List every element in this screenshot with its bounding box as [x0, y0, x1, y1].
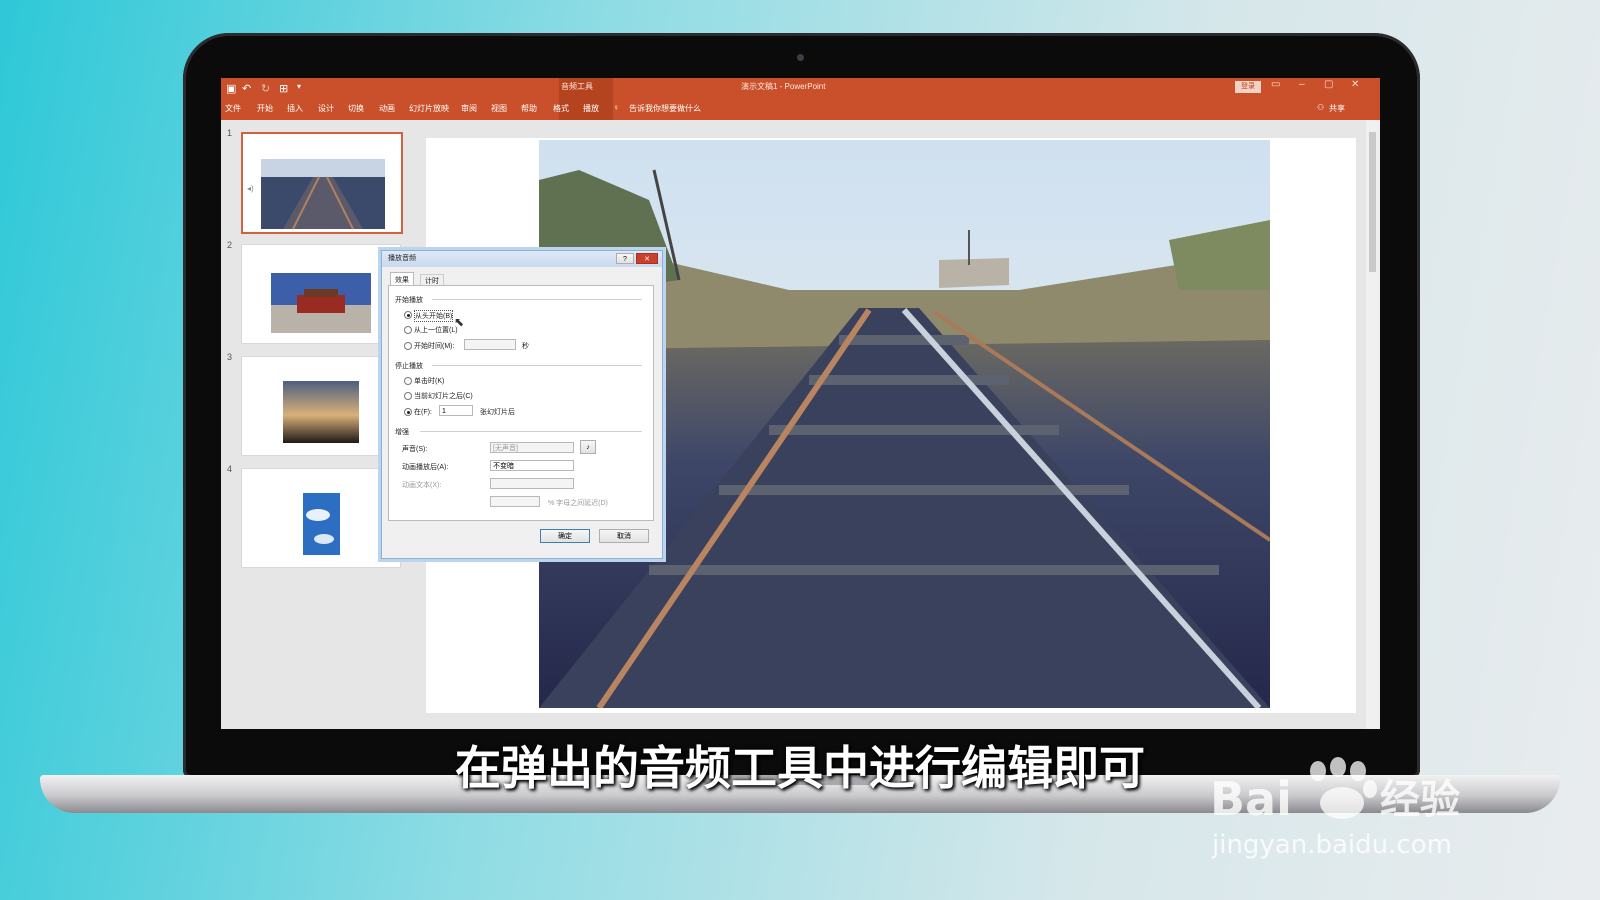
- help-button[interactable]: ?: [616, 253, 634, 264]
- start-from-last-label: 从上一位置(L): [414, 327, 458, 334]
- webcam: [797, 54, 804, 61]
- radio-stop-after-current[interactable]: [404, 392, 412, 400]
- watermark-brand: Bai: [1210, 772, 1292, 826]
- dialog-close-button[interactable]: ✕: [636, 253, 658, 264]
- start-time-label: 开始时间(M):: [414, 343, 455, 350]
- thumbnail-number: 2: [227, 240, 233, 250]
- slide-thumbnail-2[interactable]: [241, 244, 401, 344]
- slides-after-label: 张幻灯片后: [480, 409, 515, 416]
- close-window-icon[interactable]: ✕: [1351, 79, 1359, 90]
- tab-review[interactable]: 审阅: [461, 103, 477, 114]
- tab-insert[interactable]: 插入: [287, 103, 303, 114]
- audio-icon: ◂): [247, 184, 254, 193]
- tab-animations[interactable]: 动画: [379, 103, 395, 114]
- sunset-thumbnail-image: [283, 381, 359, 443]
- thumbnail-number: 3: [227, 352, 233, 362]
- letter-delay-input[interactable]: [490, 496, 540, 507]
- tell-me-search[interactable]: 告诉我你想要做什么: [629, 103, 701, 114]
- thumbnail-number: 4: [227, 464, 233, 474]
- seconds-unit: 秒: [522, 343, 529, 350]
- baidu-jingyan-watermark: Bai 经验 jingyan.baidu.com: [1210, 755, 1510, 865]
- enhance-group-label: 增强: [395, 429, 409, 436]
- radio-stop-on-click[interactable]: [404, 377, 412, 385]
- start-group-label: 开始播放: [395, 297, 423, 304]
- tab-home[interactable]: 开始: [257, 103, 273, 114]
- stop-after-label: 在(F):: [414, 409, 432, 416]
- redo-icon[interactable]: ↻: [261, 82, 270, 95]
- window-title: 演示文稿1 - PowerPoint: [741, 82, 826, 91]
- play-audio-dialog: 播放音频 ? ✕ 效果 计时 开始播放 从头开始(B) 从上一位置(L) 开始时…: [381, 250, 663, 559]
- tab-file[interactable]: 文件: [225, 103, 241, 114]
- ribbon-display-icon[interactable]: ▭: [1271, 79, 1280, 90]
- share-button[interactable]: 共享: [1329, 103, 1345, 114]
- after-animation-label: 动画播放后(A):: [402, 464, 449, 471]
- sound-label: 声音(S):: [402, 446, 428, 453]
- minimize-icon[interactable]: –: [1299, 79, 1305, 90]
- dialog-title: 播放音频: [388, 255, 416, 262]
- stop-after-current-label: 当前幻灯片之后(C): [414, 393, 473, 400]
- lightbulb-icon: ♀: [613, 103, 619, 112]
- contextual-tab-label: 音频工具: [561, 82, 593, 91]
- ok-button[interactable]: 确定: [540, 529, 590, 543]
- start-from-beginning-label: 从头开始(B): [414, 310, 454, 322]
- slide-thumbnail-4[interactable]: [241, 468, 401, 568]
- after-animation-select[interactable]: 不变暗: [490, 460, 574, 471]
- sound-volume-button[interactable]: ♪: [580, 440, 596, 454]
- tab-view[interactable]: 视图: [491, 103, 507, 114]
- scrollbar-thumb[interactable]: [1369, 132, 1376, 272]
- login-button[interactable]: 登录: [1235, 81, 1261, 93]
- mouse-cursor-icon: ⬉: [454, 315, 465, 329]
- powerpoint-window: ▣ ↶ ↻ ⊞ ▾ 音频工具 演示文稿1 - PowerPoint 登录 ▭ –…: [221, 78, 1380, 729]
- sound-select[interactable]: [无声音]: [490, 442, 574, 453]
- tab-slideshow[interactable]: 幻灯片放映: [409, 103, 449, 114]
- maximize-icon[interactable]: ▢: [1324, 79, 1333, 90]
- slide-thumbnail-1[interactable]: ◂): [241, 132, 403, 234]
- animate-text-select[interactable]: [490, 478, 574, 489]
- start-time-input[interactable]: [464, 339, 516, 350]
- radio-start-time[interactable]: [404, 342, 412, 350]
- stop-on-click-label: 单击时(K): [414, 378, 445, 385]
- tab-format[interactable]: 格式: [553, 103, 569, 114]
- start-slideshow-icon[interactable]: ⊞: [279, 82, 288, 95]
- sky-thumbnail-image: [303, 493, 340, 555]
- baidu-logo: Bai 经验 jingyan.baidu.com: [1210, 757, 1460, 860]
- animate-text-label: 动画文本(X):: [402, 482, 442, 489]
- tab-transitions[interactable]: 切换: [348, 103, 364, 114]
- undo-icon[interactable]: ↶: [242, 82, 251, 95]
- thumbnail-number: 1: [227, 128, 233, 138]
- vertical-scrollbar[interactable]: [1366, 120, 1380, 729]
- tab-playback[interactable]: 播放: [583, 103, 599, 114]
- tab-design[interactable]: 设计: [318, 103, 334, 114]
- customize-qat-icon[interactable]: ▾: [297, 82, 301, 91]
- railway-thumbnail-image: [261, 159, 385, 230]
- radio-start-from-beginning[interactable]: [404, 311, 412, 319]
- slide-thumbnail-3[interactable]: [241, 356, 401, 456]
- tab-help[interactable]: 帮助: [521, 103, 537, 114]
- share-icon: ⚇: [1317, 103, 1325, 112]
- radio-stop-after[interactable]: [404, 408, 412, 416]
- stop-after-slides-input[interactable]: 1: [439, 405, 473, 416]
- watermark-url: jingyan.baidu.com: [1211, 830, 1452, 860]
- radio-start-from-last[interactable]: [404, 326, 412, 334]
- stop-group-label: 停止播放: [395, 363, 423, 370]
- letter-delay-label: % 字母之间延迟(D): [548, 500, 608, 507]
- tiananmen-thumbnail-image: [271, 273, 371, 333]
- cancel-button[interactable]: 取消: [599, 529, 649, 543]
- save-icon[interactable]: ▣: [226, 82, 236, 95]
- watermark-brand-suffix: 经验: [1380, 777, 1460, 823]
